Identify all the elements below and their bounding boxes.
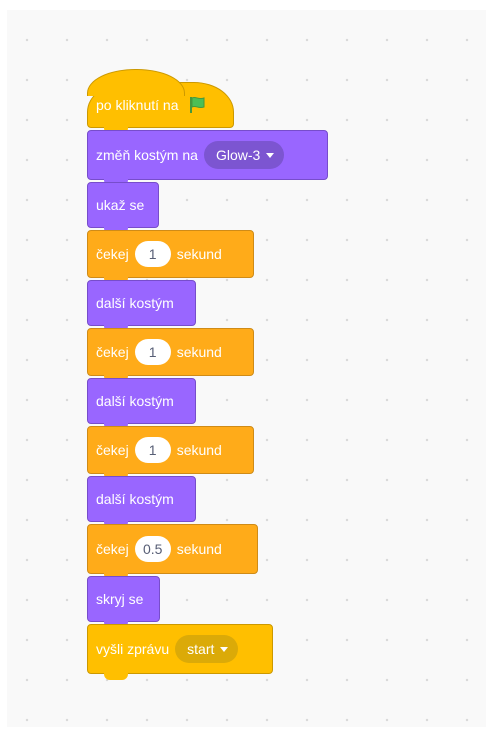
costume-dropdown-value: Glow-3 xyxy=(215,147,261,163)
hat-label: po kliknutí na xyxy=(96,97,179,113)
green-flag-icon xyxy=(187,95,207,115)
hide-label: skryj se xyxy=(96,591,144,607)
wait-seconds-input[interactable]: 1 xyxy=(134,437,171,463)
switch-costume-label: změň kostým na xyxy=(96,147,198,163)
wait-seconds-input[interactable]: 0.5 xyxy=(134,536,171,562)
wait-block[interactable]: čekej 1 sekund xyxy=(87,328,254,382)
chevron-down-icon xyxy=(266,152,275,158)
wait-unit-label: sekund xyxy=(176,246,222,262)
show-block[interactable]: ukaž se xyxy=(87,182,159,234)
block-notch xyxy=(104,672,128,680)
next-costume-label: další kostým xyxy=(96,491,174,507)
next-costume-block[interactable]: další kostým xyxy=(87,280,196,332)
switch-costume-block[interactable]: změň kostým na Glow-3 xyxy=(87,130,328,186)
wait-unit-label: sekund xyxy=(176,442,222,458)
wait-unit-label: sekund xyxy=(176,344,222,360)
wait-seconds-input[interactable]: 1 xyxy=(134,241,171,267)
when-flag-clicked-block[interactable]: po kliknutí na xyxy=(87,69,234,134)
next-costume-label: další kostým xyxy=(96,295,174,311)
wait-seconds-input[interactable]: 1 xyxy=(134,339,171,365)
wait-block[interactable]: čekej 1 sekund xyxy=(87,426,254,480)
message-dropdown-value: start xyxy=(187,641,215,657)
wait-unit-label: sekund xyxy=(176,541,222,557)
message-dropdown[interactable]: start xyxy=(175,635,239,663)
costume-dropdown[interactable]: Glow-3 xyxy=(203,141,285,169)
wait-label: čekej xyxy=(96,442,129,458)
wait-block[interactable]: čekej 0.5 sekund xyxy=(87,524,258,580)
next-costume-label: další kostým xyxy=(96,393,174,409)
hide-block[interactable]: skryj se xyxy=(87,576,160,628)
next-costume-block[interactable]: další kostým xyxy=(87,378,196,430)
wait-label: čekej xyxy=(96,541,129,557)
chevron-down-icon xyxy=(220,646,229,652)
broadcast-block[interactable]: vyšli zprávu start xyxy=(87,624,273,680)
wait-block[interactable]: čekej 1 sekund xyxy=(87,230,254,284)
wait-label: čekej xyxy=(96,246,129,262)
next-costume-block[interactable]: další kostým xyxy=(87,476,196,528)
wait-label: čekej xyxy=(96,344,129,360)
broadcast-label: vyšli zprávu xyxy=(96,641,170,657)
show-label: ukaž se xyxy=(96,197,145,213)
